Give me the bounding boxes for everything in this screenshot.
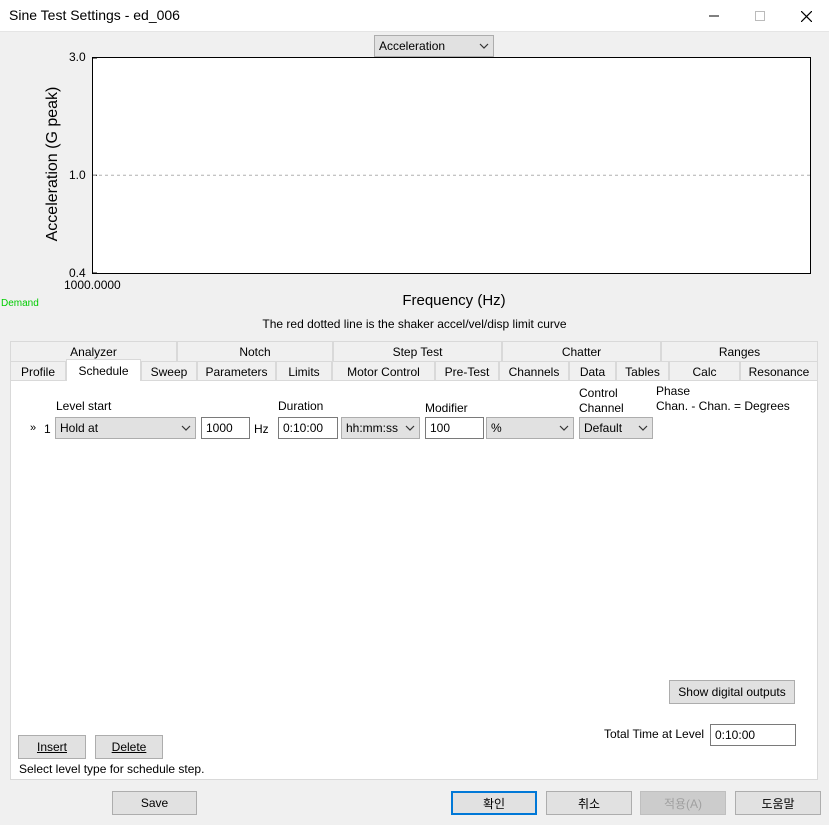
tab-pre-test[interactable]: Pre-Test	[435, 361, 499, 381]
tab-row-2: Profile Schedule Sweep Parameters Limits…	[10, 359, 818, 381]
chart-mode-select[interactable]: Acceleration	[374, 35, 494, 57]
level-type-select[interactable]: Hold at	[55, 417, 196, 439]
save-button[interactable]: Save	[112, 791, 197, 815]
maximize-button[interactable]	[737, 0, 783, 32]
minimize-button[interactable]	[691, 0, 737, 32]
minimize-icon	[709, 15, 719, 17]
level-type-value: Hold at	[60, 421, 99, 435]
tab-notch[interactable]: Notch	[177, 341, 333, 361]
modifier-unit-value: %	[491, 421, 502, 435]
insert-button[interactable]: Insert	[18, 735, 86, 759]
plot-svg	[93, 58, 810, 273]
phase-header: Phase	[656, 384, 691, 398]
tab-resonance[interactable]: Resonance	[740, 361, 818, 381]
modifier-unit-select[interactable]: %	[486, 417, 574, 439]
control-channel-header: Control Channel	[579, 386, 624, 415]
window-title: Sine Test Settings - ed_006	[9, 7, 180, 23]
show-digital-outputs-button[interactable]: Show digital outputs	[669, 680, 795, 704]
modifier-header: Modifier	[425, 401, 468, 415]
close-button[interactable]	[783, 0, 829, 32]
tab-data[interactable]: Data	[569, 361, 616, 381]
plot-area[interactable]	[92, 57, 811, 274]
limit-curve-note: The red dotted line is the shaker accel/…	[262, 317, 567, 331]
help-button[interactable]: 도움말	[735, 791, 821, 815]
chevron-down-icon	[181, 425, 191, 431]
tab-parameters[interactable]: Parameters	[197, 361, 276, 381]
control-channel-value: Default	[584, 421, 623, 435]
chevron-down-icon	[479, 43, 489, 49]
tab-ranges[interactable]: Ranges	[661, 341, 818, 361]
chart-mode-value: Acceleration	[379, 39, 446, 53]
tab-calc[interactable]: Calc	[669, 361, 740, 381]
maximize-icon	[755, 11, 765, 21]
tab-tables[interactable]: Tables	[616, 361, 669, 381]
status-text: Select level type for schedule step.	[19, 762, 205, 776]
tab-motor-control[interactable]: Motor Control	[332, 361, 435, 381]
tab-row-1: Analyzer Notch Step Test Chatter Ranges	[10, 341, 818, 361]
cancel-button[interactable]: 취소	[546, 791, 632, 815]
x-axis-label: Frequency (Hz)	[402, 292, 506, 309]
chevron-down-icon	[559, 425, 569, 431]
chevron-down-icon	[405, 425, 415, 431]
duration-format-value: hh:mm:ss	[346, 421, 399, 435]
row-number: 1	[44, 422, 51, 436]
level-start-header: Level start	[56, 399, 112, 413]
control-channel-select[interactable]: Default	[579, 417, 653, 439]
phase-subheader: Chan. - Chan. = Degrees	[656, 399, 790, 413]
tab-step-test[interactable]: Step Test	[333, 341, 502, 361]
tab-profile[interactable]: Profile	[10, 361, 66, 381]
total-time-input[interactable]: 0:10:00	[710, 724, 796, 746]
total-time-label: Total Time at Level	[604, 727, 705, 741]
apply-button: 적용(A)	[640, 791, 726, 815]
ok-button[interactable]: 확인	[451, 791, 537, 815]
delete-button[interactable]: Delete	[95, 735, 163, 759]
tab-analyzer[interactable]: Analyzer	[10, 341, 177, 361]
tab-sweep[interactable]: Sweep	[141, 361, 197, 381]
tab-schedule[interactable]: Schedule	[66, 359, 141, 381]
y-tick-label: 1.0	[69, 168, 86, 182]
duration-input[interactable]: 0:10:00	[278, 417, 338, 439]
x-tick-label: 1000.0000	[64, 278, 121, 292]
modifier-input[interactable]: 100	[425, 417, 484, 439]
tab-chatter[interactable]: Chatter	[502, 341, 661, 361]
y-axis-label: Acceleration (G peak)	[44, 86, 61, 242]
chevron-down-icon	[638, 425, 648, 431]
duration-header: Duration	[278, 399, 324, 413]
duration-format-select[interactable]: hh:mm:ss	[341, 417, 420, 439]
frequency-unit: Hz	[254, 422, 269, 436]
y-tick-label: 3.0	[69, 50, 86, 64]
close-icon	[800, 10, 812, 22]
schedule-panel	[10, 380, 818, 780]
tab-limits[interactable]: Limits	[276, 361, 332, 381]
row-marker: »	[30, 422, 37, 434]
frequency-input[interactable]: 1000	[201, 417, 250, 439]
tab-channels[interactable]: Channels	[499, 361, 569, 381]
